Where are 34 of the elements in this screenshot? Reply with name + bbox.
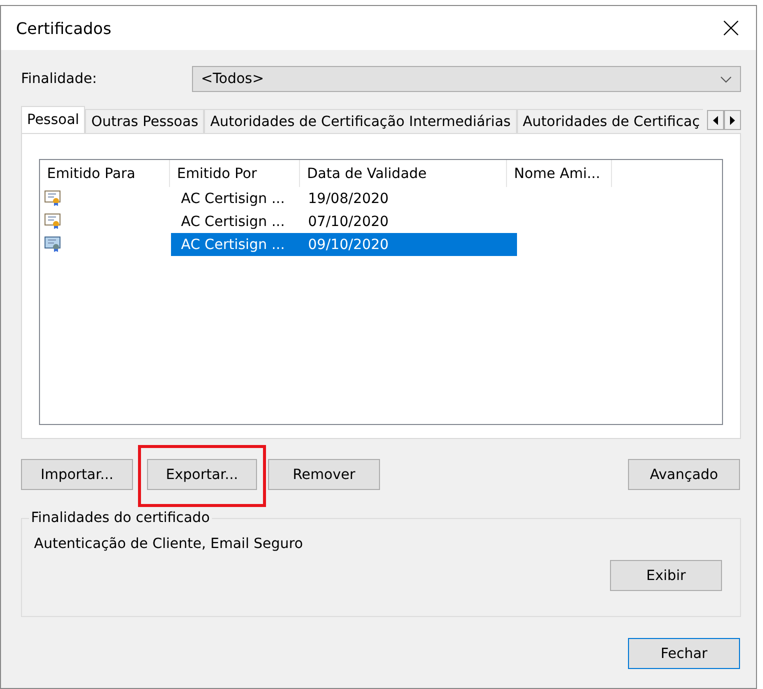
triangle-right-icon xyxy=(730,116,735,124)
scroll-right-button[interactable] xyxy=(724,110,741,130)
table-cell[interactable]: AC Certisign ... xyxy=(171,187,301,210)
table-cell[interactable]: 09/10/2020 xyxy=(301,233,517,256)
tab[interactable]: Outras Pessoas xyxy=(85,109,204,133)
column-header[interactable]: Data de Validade xyxy=(300,160,507,187)
advanced-button[interactable]: Avançado xyxy=(628,459,740,490)
purpose-label: Finalidade: xyxy=(21,71,98,87)
action-button[interactable]: Exportar... xyxy=(147,459,257,490)
purpose-dropdown[interactable]: <Todos> xyxy=(192,66,741,92)
column-header[interactable]: Emitido Para xyxy=(40,160,170,187)
purposes-text: Autenticação de Cliente, Email Seguro xyxy=(34,536,304,552)
tab[interactable]: Pessoal xyxy=(21,106,86,133)
close-dialog-button[interactable]: Fechar xyxy=(628,638,740,669)
certificate-icon xyxy=(44,190,62,207)
tab[interactable]: Autoridades de Certificaç xyxy=(516,109,703,133)
action-button[interactable]: Remover xyxy=(268,459,380,490)
triangle-left-icon xyxy=(713,116,718,124)
certificate-icon xyxy=(44,236,62,253)
certificate-icon xyxy=(44,213,62,230)
close-icon xyxy=(723,20,739,36)
column-header[interactable]: Emitido Por xyxy=(170,160,300,187)
table-cell[interactable]: 07/10/2020 xyxy=(301,210,517,233)
table-cell[interactable]: 19/08/2020 xyxy=(301,187,517,210)
view-button[interactable]: Exibir xyxy=(610,560,722,591)
table-cell[interactable]: AC Certisign ... xyxy=(171,233,301,256)
action-button[interactable]: Importar... xyxy=(21,459,133,490)
window-title: Certificados xyxy=(16,18,112,38)
chevron-down-icon xyxy=(720,76,732,82)
group-title: Finalidades do certificado xyxy=(30,510,211,526)
tab[interactable]: Autoridades de Certificação Intermediárias xyxy=(204,109,517,133)
scroll-left-button[interactable] xyxy=(707,110,724,130)
table-cell[interactable]: AC Certisign ... xyxy=(171,210,301,233)
column-header[interactable]: Nome Ami... xyxy=(507,160,612,187)
